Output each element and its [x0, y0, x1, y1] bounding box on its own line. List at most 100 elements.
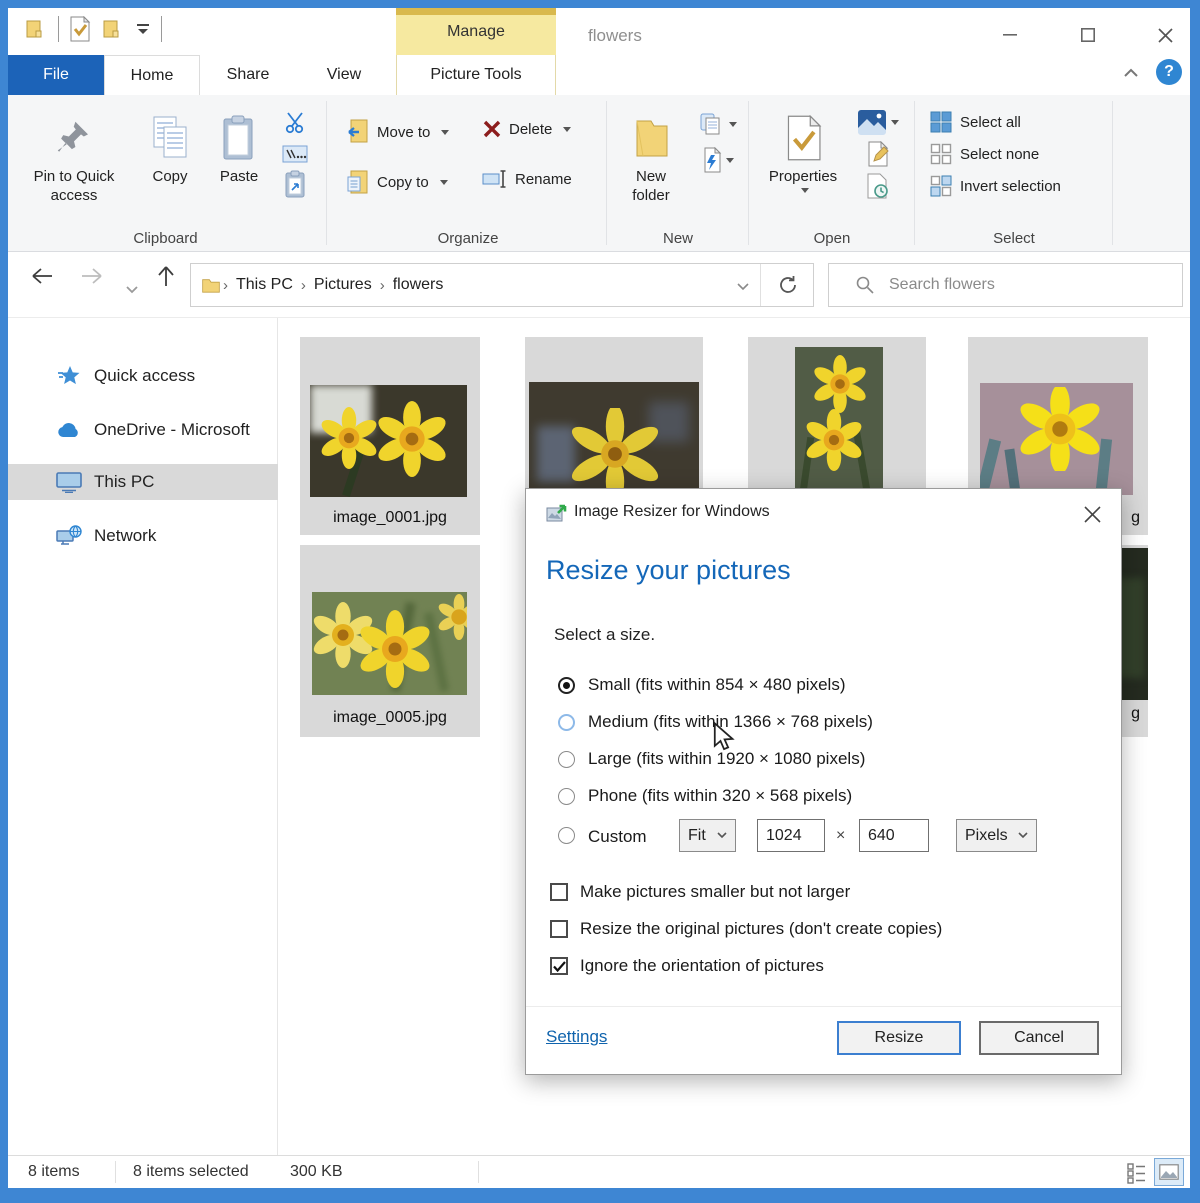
back-button[interactable] [30, 266, 54, 292]
dropdown-arrow-icon [891, 120, 899, 125]
checkbox-box[interactable] [550, 883, 568, 901]
sidebar-label: Quick access [94, 366, 195, 386]
qat-new-folder-icon[interactable] [101, 17, 125, 41]
dropdown-arrow-icon [440, 180, 448, 185]
address-bar[interactable]: › This PC › Pictures › flowers [190, 263, 814, 307]
qat-properties-icon[interactable] [69, 16, 91, 42]
dialog-title: Image Resizer for Windows [574, 503, 770, 521]
properties-button[interactable]: Properties [760, 109, 846, 193]
recent-locations-icon[interactable] [126, 274, 138, 300]
help-icon[interactable]: ? [1156, 59, 1182, 85]
breadcrumb-pictures[interactable]: Pictures [308, 276, 378, 294]
radio-small[interactable] [558, 677, 575, 694]
file-item-image-0001[interactable]: image_0001.jpg [300, 337, 480, 535]
move-to-label: Move to [377, 124, 430, 141]
cut-button[interactable] [280, 109, 310, 135]
pin-to-quick-access-button[interactable]: Pin to Quick access [16, 109, 132, 205]
copy-to-label: Copy to [377, 174, 429, 191]
custom-width-input[interactable] [757, 819, 825, 852]
settings-link[interactable]: Settings [546, 1027, 607, 1047]
invert-selection-button[interactable]: Invert selection [930, 175, 1061, 197]
custom-height-input[interactable] [859, 819, 929, 852]
dialog-close-icon[interactable] [1077, 499, 1107, 529]
minimize-button[interactable] [993, 20, 1027, 50]
checkbox-ignore-orientation[interactable]: Ignore the orientation of pictures [550, 956, 824, 976]
new-folder-button[interactable]: New folder [616, 109, 686, 205]
paste-shortcut-button[interactable] [280, 171, 310, 197]
refresh-button[interactable] [777, 274, 799, 301]
copy-to-button[interactable]: Copy to [346, 169, 448, 195]
up-button[interactable] [156, 264, 176, 294]
search-box[interactable] [828, 263, 1183, 307]
select-none-button[interactable]: Select none [930, 143, 1039, 165]
address-dropdown-icon[interactable] [737, 278, 749, 296]
checkbox-smaller-not-larger[interactable]: Make pictures smaller but not larger [550, 882, 850, 902]
size-option-phone[interactable]: Phone (fits within 320 × 568 pixels) [558, 786, 852, 806]
radio-large[interactable] [558, 751, 575, 768]
checkbox-resize-originals[interactable]: Resize the original pictures (don't crea… [550, 919, 942, 939]
window-border-left [0, 0, 8, 1203]
sidebar-item-this-pc[interactable]: This PC [8, 464, 278, 500]
tab-file[interactable]: File [8, 55, 104, 95]
history-button[interactable] [852, 173, 904, 199]
sidebar-label: OneDrive - Microsoft [94, 420, 250, 440]
paste-button[interactable]: Paste [206, 109, 272, 186]
status-item-count: 8 items [28, 1163, 80, 1181]
properties-icon [784, 109, 822, 161]
cancel-button[interactable]: Cancel [979, 1021, 1099, 1055]
breadcrumb-this-pc[interactable]: This PC [230, 276, 299, 294]
fit-select[interactable]: Fit [679, 819, 736, 852]
qat-separator [161, 16, 162, 42]
dropdown-arrow-icon [563, 127, 571, 132]
radio-phone[interactable] [558, 788, 575, 805]
checkbox-box[interactable] [550, 920, 568, 938]
radio-medium[interactable] [558, 714, 575, 731]
tab-view[interactable]: View [296, 55, 392, 95]
explorer-app-icon[interactable] [24, 17, 48, 41]
manage-accent [396, 8, 556, 15]
copy-path-button[interactable] [280, 141, 310, 167]
search-input[interactable] [889, 276, 1139, 294]
maximize-button[interactable] [1071, 20, 1105, 50]
status-selected-size: 300 KB [290, 1163, 342, 1181]
select-all-button[interactable]: Select all [930, 111, 1021, 133]
thumbnail-view-button[interactable] [1154, 1158, 1184, 1186]
open-image-button[interactable] [852, 109, 904, 135]
checkbox-box-checked[interactable] [550, 957, 568, 975]
size-option-custom[interactable]: Custom [558, 819, 647, 847]
file-item-image-0005[interactable]: image_0005.jpg [300, 545, 480, 737]
copy-to-icon [346, 169, 370, 195]
copy-button[interactable]: Copy [138, 109, 202, 186]
sidebar-item-onedrive[interactable]: OneDrive - Microsoft [8, 412, 278, 448]
resize-button[interactable]: Resize [837, 1021, 961, 1055]
tab-share[interactable]: Share [200, 55, 296, 95]
details-view-button[interactable] [1126, 1162, 1148, 1189]
size-option-small[interactable]: Small (fits within 854 × 480 pixels) [558, 675, 845, 695]
navigation-bar: › This PC › Pictures › flowers [8, 252, 1190, 318]
forward-button[interactable] [80, 266, 104, 292]
tab-home[interactable]: Home [104, 55, 200, 95]
breadcrumb-flowers[interactable]: flowers [387, 276, 450, 294]
sidebar-item-network[interactable]: Network [8, 518, 278, 554]
rename-button[interactable]: Rename [482, 169, 572, 189]
manage-contextual-tab[interactable]: Manage [396, 8, 556, 55]
dialog-heading: Resize your pictures [546, 555, 791, 586]
qat-customize-icon[interactable] [135, 22, 151, 36]
new-item-button[interactable] [696, 147, 740, 173]
easy-access-button[interactable] [696, 111, 740, 137]
clipboard-group-label: Clipboard [8, 230, 323, 247]
thumbnail-image-0005 [312, 592, 467, 695]
collapse-ribbon-icon[interactable] [1123, 65, 1139, 83]
rename-icon [482, 169, 508, 189]
select-none-label: Select none [960, 146, 1039, 163]
delete-button[interactable]: Delete [482, 119, 571, 139]
tab-picture-tools[interactable]: Picture Tools [396, 55, 556, 95]
move-to-button[interactable]: Move to [346, 119, 449, 145]
close-button[interactable] [1148, 20, 1182, 50]
radio-custom-label: Custom [588, 827, 647, 847]
radio-custom[interactable] [558, 827, 575, 844]
units-select[interactable]: Pixels [956, 819, 1037, 852]
edit-button[interactable] [852, 141, 904, 167]
sidebar-item-quick-access[interactable]: Quick access [8, 358, 278, 394]
size-option-large[interactable]: Large (fits within 1920 × 1080 pixels) [558, 749, 865, 769]
